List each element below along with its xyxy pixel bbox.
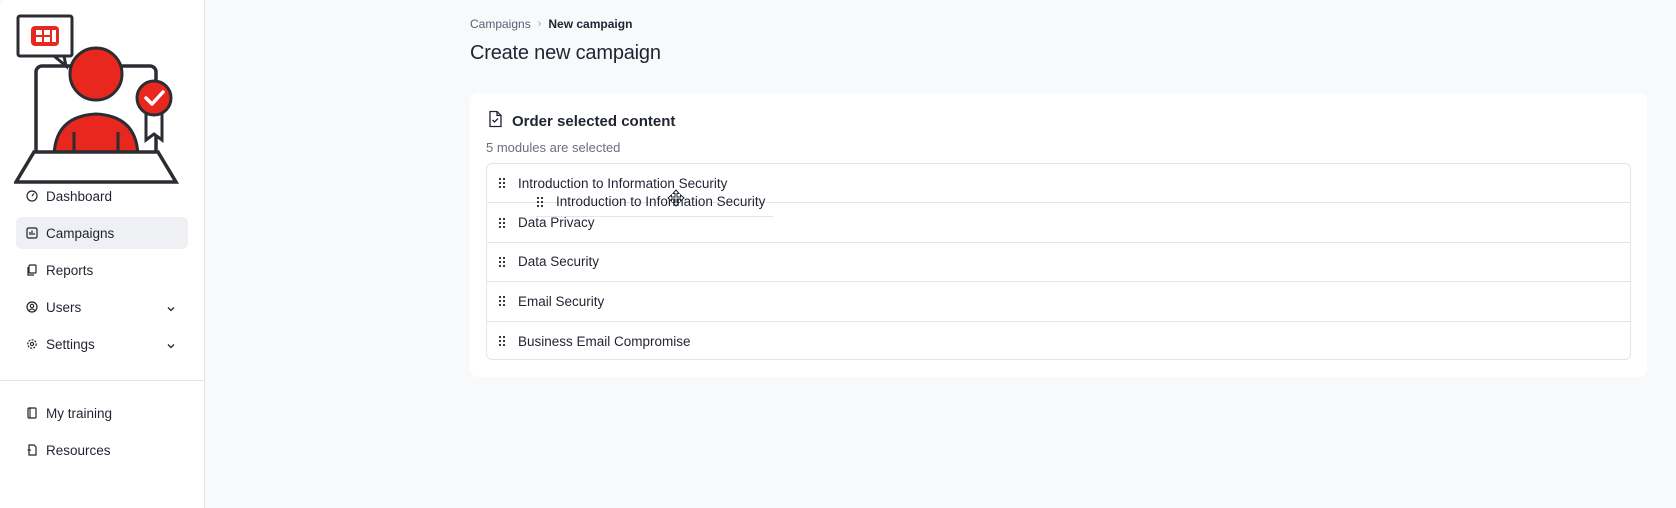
breadcrumb: Campaigns › New campaign bbox=[470, 17, 632, 31]
breadcrumb-separator-icon: › bbox=[537, 18, 542, 30]
breadcrumb-campaigns-link[interactable]: Campaigns bbox=[470, 17, 531, 31]
nav-item-label: Settings bbox=[46, 336, 95, 352]
list-item[interactable]: Business Email Compromise bbox=[487, 322, 1630, 361]
nav-item-dashboard[interactable]: Dashboard bbox=[16, 180, 188, 212]
gauge-icon bbox=[26, 190, 38, 202]
sidebar: Dashboard Campaigns Reports Users Settin… bbox=[0, 0, 205, 508]
drag-handle-icon[interactable] bbox=[498, 335, 506, 347]
drag-handle-icon[interactable] bbox=[536, 196, 544, 208]
module-label: Email Security bbox=[518, 293, 605, 309]
gear-icon bbox=[26, 338, 38, 350]
card-title: Order selected content bbox=[512, 113, 676, 130]
nav-item-resources[interactable]: Resources bbox=[16, 434, 188, 466]
drag-preview-item[interactable]: Introduction to Information Security bbox=[536, 187, 773, 217]
list-item[interactable]: Data Security bbox=[487, 243, 1630, 283]
chevron-down-icon[interactable] bbox=[166, 339, 176, 349]
main-nav: Dashboard Campaigns Reports Users Settin… bbox=[16, 180, 188, 365]
card-header: Order selected content bbox=[486, 110, 675, 133]
nav-item-label: Resources bbox=[46, 442, 111, 458]
drag-preview-label: Introduction to Information Security bbox=[556, 194, 766, 209]
order-content-card: Order selected content 5 modules are sel… bbox=[470, 93, 1647, 377]
book-icon bbox=[26, 407, 38, 419]
drag-handle-icon[interactable] bbox=[498, 177, 506, 189]
nav-item-campaigns[interactable]: Campaigns bbox=[16, 217, 188, 249]
training-logo-illustration bbox=[12, 14, 190, 184]
drag-handle-icon[interactable] bbox=[498, 217, 506, 229]
page-title: Create new campaign bbox=[470, 42, 661, 64]
nav-item-label: My training bbox=[46, 405, 113, 421]
chevron-down-icon[interactable] bbox=[166, 302, 176, 312]
module-label: Data Privacy bbox=[518, 215, 595, 231]
chart-icon bbox=[26, 227, 38, 239]
move-cursor-icon bbox=[667, 189, 685, 207]
file-icon bbox=[26, 444, 38, 456]
list-item[interactable]: Email Security bbox=[487, 282, 1630, 322]
nav-item-label: Dashboard bbox=[46, 188, 113, 204]
nav-item-label: Users bbox=[46, 299, 82, 315]
drag-handle-icon[interactable] bbox=[498, 256, 506, 268]
module-label: Business Email Compromise bbox=[518, 333, 691, 349]
nav-item-label: Reports bbox=[46, 262, 94, 278]
module-label: Data Security bbox=[518, 254, 600, 270]
sidebar-divider bbox=[0, 380, 204, 381]
nav-item-my-training[interactable]: My training bbox=[16, 397, 188, 429]
nav-item-users[interactable]: Users bbox=[16, 291, 188, 323]
user-circle-icon bbox=[26, 301, 38, 313]
selected-count: 5 modules are selected bbox=[486, 140, 621, 155]
nav-item-settings[interactable]: Settings bbox=[16, 328, 188, 360]
nav-item-label: Campaigns bbox=[46, 225, 115, 241]
nav-item-reports[interactable]: Reports bbox=[16, 254, 188, 286]
drag-handle-icon[interactable] bbox=[498, 295, 506, 307]
breadcrumb-current: New campaign bbox=[548, 17, 633, 31]
copy-icon bbox=[26, 264, 38, 276]
document-check-icon bbox=[486, 110, 504, 133]
secondary-nav: My training Resources bbox=[16, 397, 188, 471]
